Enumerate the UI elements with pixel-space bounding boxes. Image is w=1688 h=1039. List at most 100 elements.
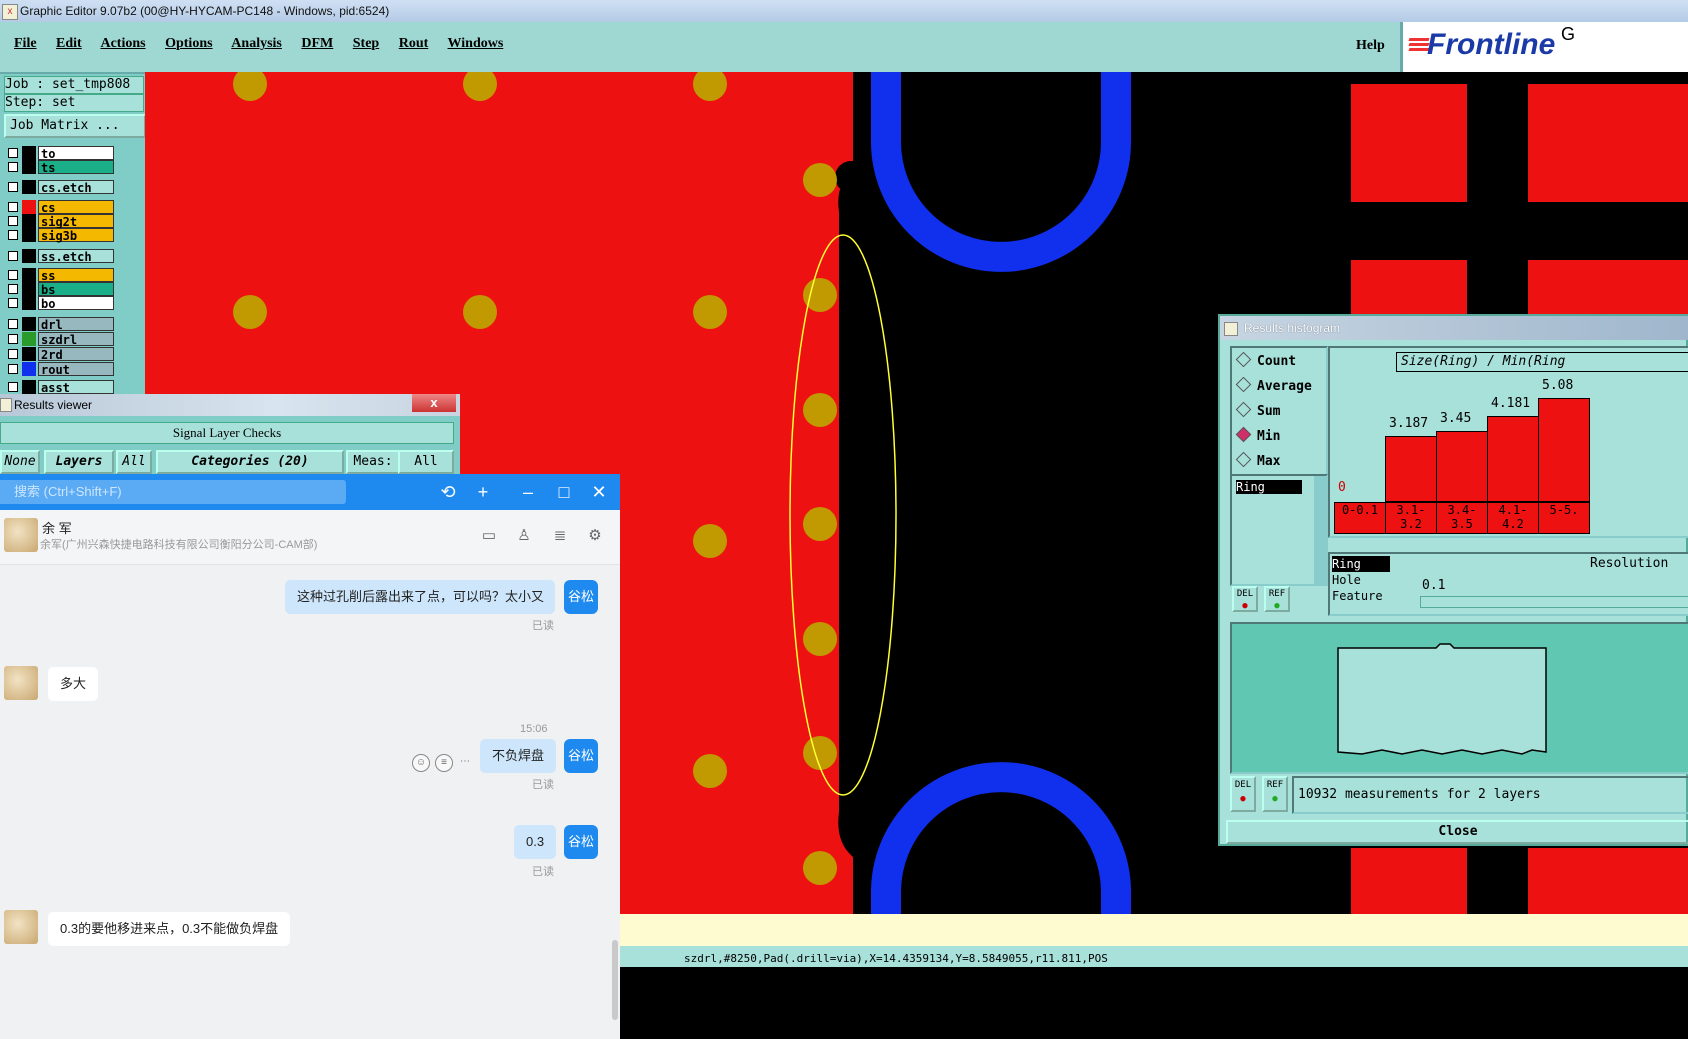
- ref-button[interactable]: REF ●: [1264, 586, 1290, 612]
- layer-row-bo[interactable]: bo: [6, 296, 116, 311]
- layer-color-swatch[interactable]: [22, 249, 36, 263]
- layer-name[interactable]: sig2t: [38, 214, 114, 229]
- option-max[interactable]: Max: [1235, 451, 1280, 469]
- histogram-bar[interactable]: [1436, 431, 1488, 502]
- layer-row-asst[interactable]: asst: [6, 380, 116, 395]
- layer-row-ss[interactable]: ss: [6, 268, 116, 283]
- type-list[interactable]: Ring Hole Feature: [1332, 556, 1390, 604]
- layer-color-swatch[interactable]: [22, 347, 36, 361]
- checkbox-icon[interactable]: [8, 284, 18, 294]
- layer-row-szdrl[interactable]: szdrl: [6, 332, 116, 347]
- menu-analysis[interactable]: Analysis: [231, 36, 282, 51]
- type-item-ring[interactable]: Ring: [1332, 556, 1390, 572]
- layer-color-swatch[interactable]: [22, 296, 36, 310]
- menu-edit[interactable]: Edit: [56, 36, 82, 51]
- menu-help[interactable]: Help: [1356, 38, 1385, 54]
- measurement-list[interactable]: Ring: [1230, 474, 1328, 586]
- layer-color-swatch[interactable]: [22, 228, 36, 242]
- checkbox-icon[interactable]: [8, 382, 18, 392]
- layer-color-swatch[interactable]: [22, 160, 36, 174]
- layer-color-swatch[interactable]: [22, 362, 36, 376]
- message-bubble[interactable]: 不负焊盘: [480, 739, 557, 773]
- layer-row-ts[interactable]: ts: [6, 160, 116, 175]
- avatar[interactable]: [4, 518, 38, 552]
- layers-button[interactable]: Layers: [44, 450, 114, 474]
- checkbox-icon[interactable]: [8, 182, 18, 192]
- message-bubble[interactable]: 多大: [48, 667, 99, 701]
- none-button[interactable]: None: [0, 450, 40, 474]
- scrollbar[interactable]: [612, 940, 618, 1020]
- minimize-icon[interactable]: –: [516, 480, 540, 504]
- add-user-icon[interactable]: ♙: [514, 526, 534, 546]
- layer-row-sig2t[interactable]: sig2t: [6, 214, 116, 229]
- option-sum[interactable]: Sum: [1235, 401, 1280, 419]
- bin-label[interactable]: 5-5.: [1538, 502, 1590, 534]
- my-avatar[interactable]: 谷松: [564, 580, 598, 614]
- del-button[interactable]: DEL ●: [1230, 776, 1256, 812]
- message-bubble[interactable]: 这种过孔削后露出来了点，可以吗？太小又: [285, 580, 555, 614]
- layer-row-cs.etch[interactable]: cs.etch: [6, 180, 116, 195]
- my-avatar[interactable]: 谷松: [564, 739, 598, 773]
- histogram-bar[interactable]: [1487, 416, 1539, 502]
- checkbox-icon[interactable]: [8, 216, 18, 226]
- menu-windows[interactable]: Windows: [448, 36, 504, 51]
- menu-step[interactable]: Step: [353, 36, 379, 51]
- close-icon[interactable]: x: [412, 394, 456, 412]
- layer-name[interactable]: cs.etch: [38, 180, 114, 195]
- layer-name[interactable]: sig3b: [38, 228, 114, 243]
- del-button[interactable]: DEL ●: [1232, 586, 1258, 612]
- message-bubble[interactable]: 0.3的要他移进来点，0.3不能做负焊盘: [48, 912, 291, 946]
- layer-color-swatch[interactable]: [22, 200, 36, 214]
- checkbox-icon[interactable]: [8, 298, 18, 308]
- search-history-icon[interactable]: ≣: [550, 526, 570, 546]
- layer-name[interactable]: 2rd: [38, 347, 114, 362]
- layer-color-swatch[interactable]: [22, 317, 36, 331]
- layer-name[interactable]: szdrl: [38, 332, 114, 347]
- checkbox-icon[interactable]: [8, 319, 18, 329]
- layer-color-swatch[interactable]: [22, 332, 36, 346]
- layer-name[interactable]: cs: [38, 200, 114, 215]
- history-icon[interactable]: ⟲: [436, 480, 460, 504]
- checkbox-icon[interactable]: [8, 349, 18, 359]
- layer-row-cs[interactable]: cs: [6, 200, 116, 215]
- menu-rout[interactable]: Rout: [399, 36, 429, 51]
- resolution-slider[interactable]: [1420, 596, 1688, 608]
- checkbox-icon[interactable]: [8, 334, 18, 344]
- type-item-feature[interactable]: Feature: [1332, 588, 1390, 604]
- layer-color-swatch[interactable]: [22, 282, 36, 296]
- layer-row-to[interactable]: to: [6, 146, 116, 161]
- checkbox-icon[interactable]: [8, 364, 18, 374]
- layer-name[interactable]: ts: [38, 160, 114, 175]
- gear-icon[interactable]: ⚙: [585, 526, 605, 546]
- bin-label[interactable]: 0-0.1: [1334, 502, 1386, 534]
- add-icon[interactable]: +: [471, 480, 495, 504]
- checkbox-icon[interactable]: [8, 230, 18, 240]
- close-button[interactable]: Close: [1226, 820, 1688, 844]
- layer-color-swatch[interactable]: [22, 146, 36, 160]
- job-matrix-button[interactable]: Job Matrix ...: [4, 114, 146, 138]
- layer-name[interactable]: asst: [38, 380, 114, 395]
- layer-name[interactable]: ss: [38, 268, 114, 283]
- layer-name[interactable]: bo: [38, 296, 114, 311]
- menu-dfm[interactable]: DFM: [301, 36, 333, 51]
- checkbox-icon[interactable]: [8, 251, 18, 261]
- scrollbar[interactable]: [1314, 476, 1326, 584]
- more-icon[interactable]: ⋯: [457, 754, 473, 770]
- maximize-icon[interactable]: □: [552, 480, 576, 504]
- avatar[interactable]: [4, 910, 38, 944]
- bin-label[interactable]: 4.1-4.2: [1487, 502, 1539, 534]
- folder-icon[interactable]: ▭: [479, 526, 499, 546]
- option-count[interactable]: Count: [1235, 351, 1296, 369]
- checkbox-icon[interactable]: [8, 162, 18, 172]
- layer-color-swatch[interactable]: [22, 268, 36, 282]
- all-button[interactable]: All: [116, 450, 152, 474]
- option-min[interactable]: Min: [1235, 426, 1280, 444]
- ref-button[interactable]: REF ●: [1262, 776, 1288, 812]
- menu-options[interactable]: Options: [165, 36, 212, 51]
- menu-file[interactable]: File: [14, 36, 37, 51]
- emoji-icon[interactable]: ☺: [412, 754, 430, 772]
- type-item-hole[interactable]: Hole: [1332, 572, 1390, 588]
- my-avatar[interactable]: 谷松: [564, 825, 598, 859]
- layer-color-swatch[interactable]: [22, 180, 36, 194]
- checkbox-icon[interactable]: [8, 270, 18, 280]
